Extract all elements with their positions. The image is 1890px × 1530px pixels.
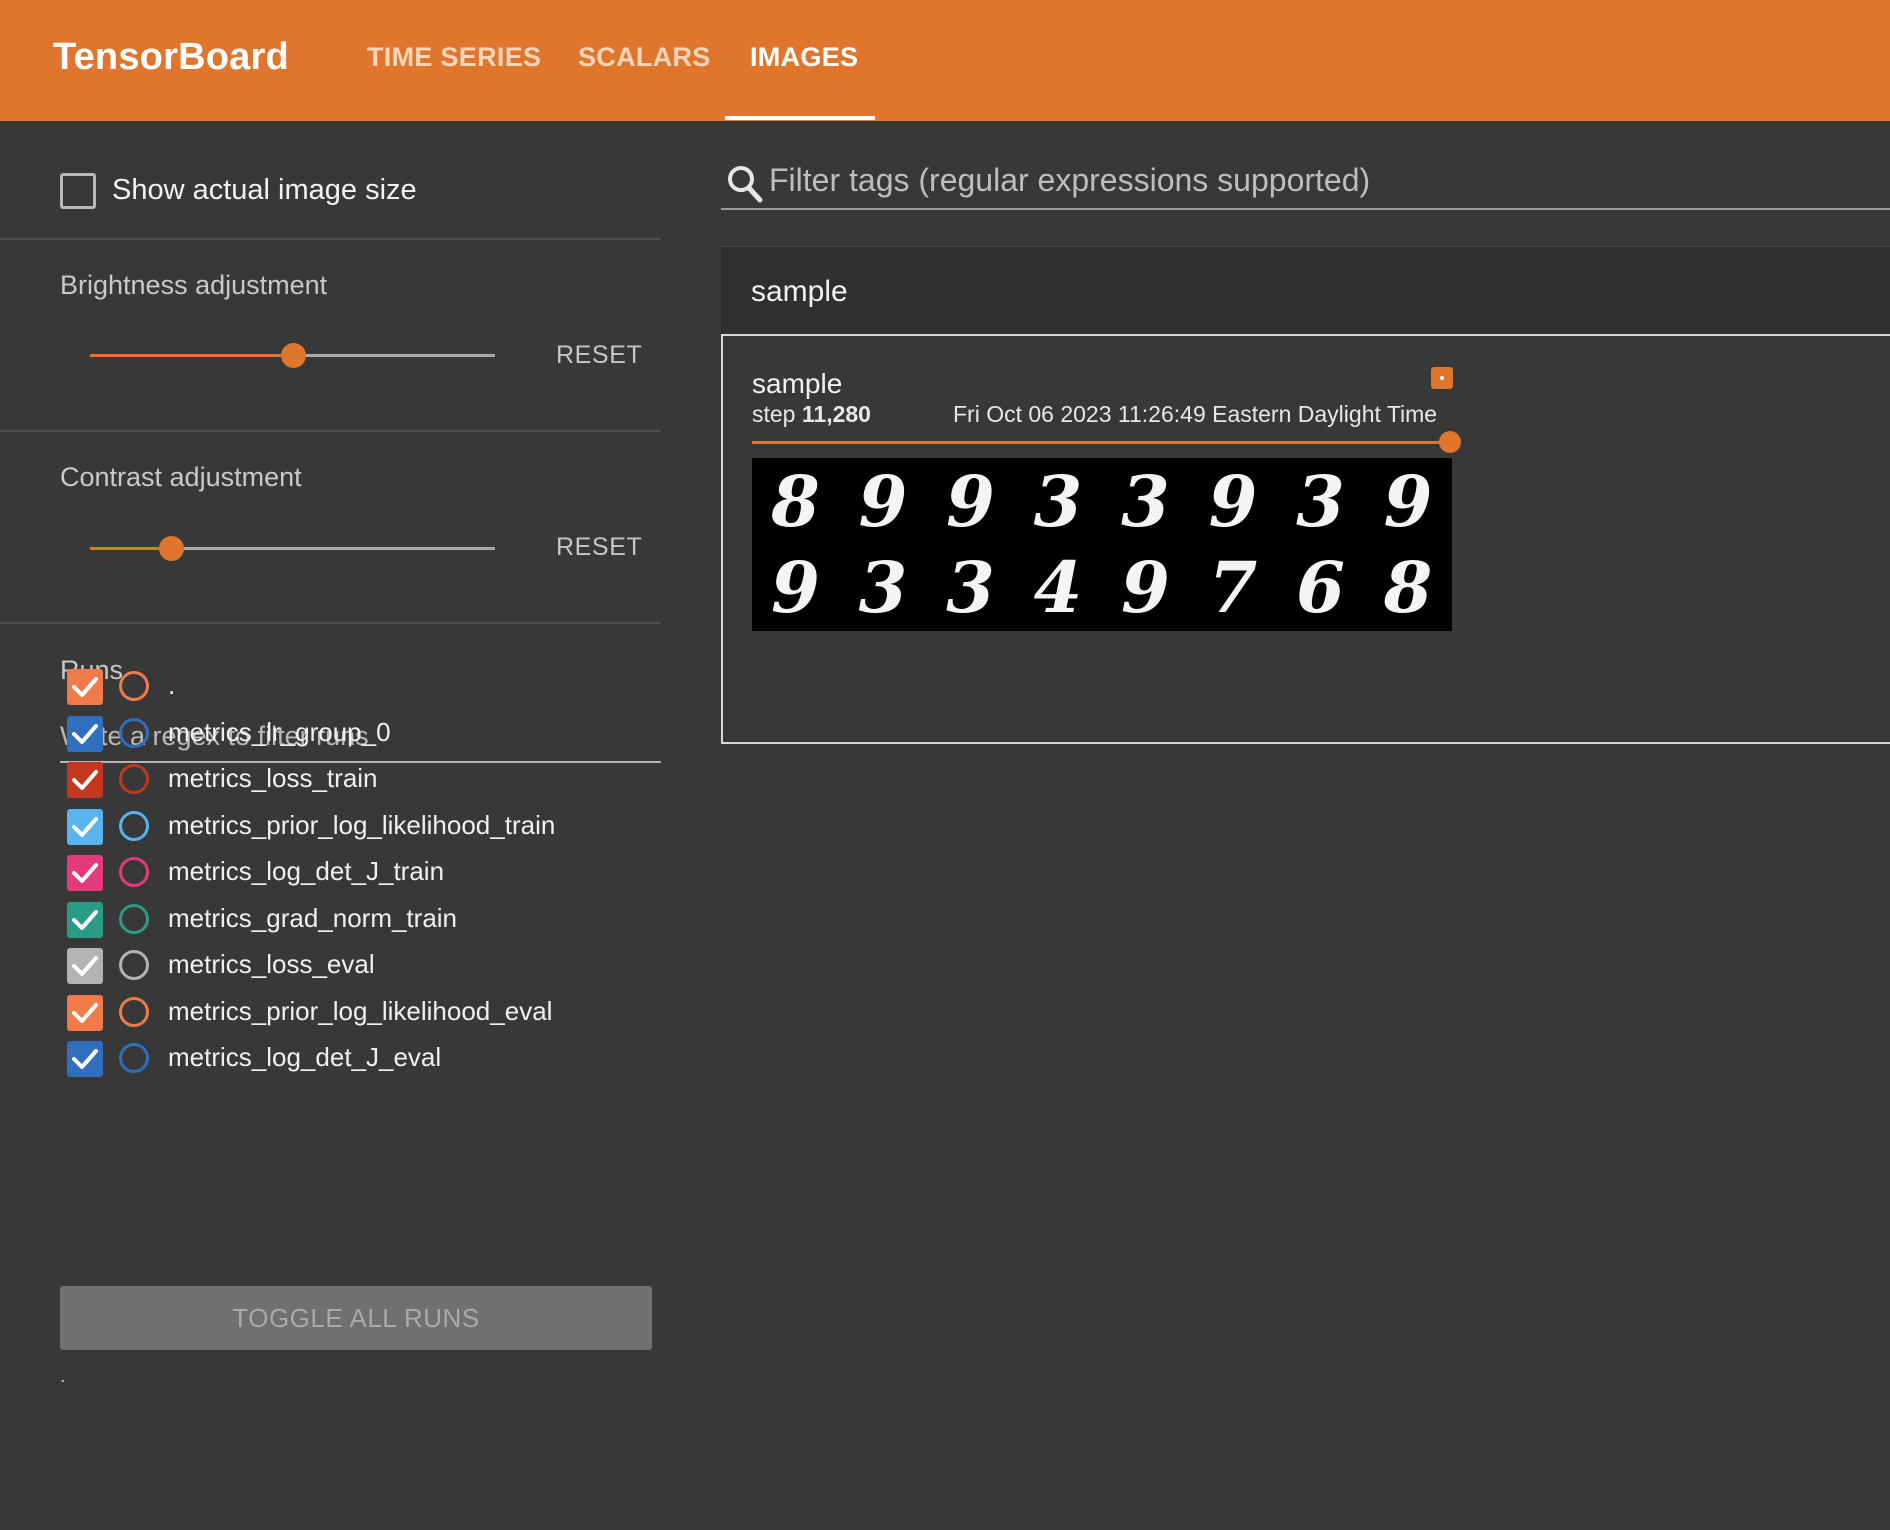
run-name: metrics_lr_group_0	[168, 716, 391, 747]
card-tag: sample	[752, 368, 843, 399]
digit-tile: 9	[771, 545, 820, 629]
brightness-slider-thumb[interactable]	[280, 343, 306, 368]
digit-tile: 3	[1296, 459, 1345, 543]
digit-tile: 3	[858, 545, 908, 629]
sidebar-footnote: .	[60, 1365, 66, 1387]
checkmark-icon	[72, 1049, 98, 1069]
card-step: step 11,280	[752, 401, 871, 428]
digit-tile: 9	[1121, 545, 1170, 629]
brightness-slider-fill	[90, 354, 293, 357]
run-color-swatch[interactable]	[119, 764, 149, 794]
run-name: metrics_prior_log_likelihood_eval	[168, 995, 553, 1026]
run-row[interactable]: metrics_log_det_J_eval	[67, 1041, 647, 1081]
digit-tile: 4	[1033, 545, 1083, 629]
run-name: metrics_log_det_J_eval	[168, 1042, 442, 1072]
tag-filter-placeholder: Filter tags (regular expressions support…	[769, 162, 1371, 198]
run-row[interactable]: metrics_prior_log_likelihood_eval	[67, 994, 647, 1035]
checkmark-icon	[72, 723, 98, 744]
run-name: metrics_loss_train	[168, 763, 378, 793]
card-timestamp: Fri Oct 06 2023 11:26:49 Eastern Dayligh…	[953, 401, 1438, 427]
show-actual-size-label[interactable]: Show actual image size	[112, 174, 417, 207]
run-checkbox[interactable]	[67, 901, 103, 938]
contrast-slider-thumb[interactable]	[159, 536, 184, 561]
contrast-reset-button[interactable]: RESET	[556, 533, 642, 562]
checkmark-icon	[72, 816, 98, 837]
contrast-slider[interactable]	[90, 536, 495, 561]
digit-tile: 6	[1296, 545, 1345, 629]
run-name: .	[168, 670, 176, 700]
run-color-swatch[interactable]	[119, 810, 149, 841]
top-toolbar: TensorBoard TIME SERIES SCALARS IMAGES	[0, 0, 1890, 121]
run-color-swatch[interactable]	[119, 857, 149, 887]
run-row[interactable]: metrics_lr_group_0	[67, 715, 647, 756]
brightness-slider[interactable]	[90, 343, 495, 368]
run-color-swatch[interactable]	[119, 950, 149, 980]
run-checkbox[interactable]	[67, 669, 103, 705]
digit-tile: 3	[946, 545, 995, 629]
section-divider	[0, 622, 661, 624]
run-name: metrics_log_det_J_train	[168, 856, 445, 886]
run-checkbox[interactable]	[67, 715, 103, 752]
run-color-swatch[interactable]	[119, 717, 149, 748]
run-checkbox[interactable]	[67, 1041, 103, 1077]
sidebar: Show actual image size Brightness adjust…	[0, 121, 661, 1530]
run-row[interactable]: metrics_loss_eval	[67, 948, 647, 988]
checkmark-icon	[72, 909, 98, 930]
sample-image[interactable]: 8993393993349768	[752, 458, 1452, 631]
run-checkbox[interactable]	[67, 762, 103, 798]
run-color-swatch[interactable]	[119, 1043, 149, 1073]
digit-tile: 3	[1033, 459, 1083, 543]
run-name: metrics_prior_log_likelihood_train	[168, 809, 556, 840]
search-icon	[728, 166, 763, 203]
run-color-swatch[interactable]	[119, 903, 149, 934]
pane-title: sample	[751, 275, 848, 308]
run-row[interactable]: .	[67, 669, 647, 709]
digit-tile: 9	[858, 459, 908, 543]
fullscreen-icon[interactable]	[1431, 367, 1453, 389]
run-checkbox[interactable]	[67, 808, 103, 845]
tag-filter-input[interactable]: Filter tags (regular expressions support…	[721, 158, 1890, 210]
run-row[interactable]: metrics_loss_train	[67, 762, 647, 802]
section-divider	[0, 238, 661, 240]
digit-tile: 9	[1383, 459, 1433, 543]
digit-tile: 7	[1208, 545, 1258, 629]
checkmark-icon	[72, 770, 98, 790]
app-brand: TensorBoard	[53, 36, 289, 78]
tab-scalars[interactable]: SCALARS	[578, 42, 711, 73]
checkmark-icon	[72, 677, 98, 697]
section-divider	[0, 430, 661, 432]
digit-tile: 9	[946, 459, 995, 543]
step-slider-thumb[interactable]	[1439, 431, 1461, 453]
tab-images[interactable]: IMAGES	[750, 42, 858, 73]
run-name: metrics_loss_eval	[168, 949, 375, 979]
active-tab-indicator	[725, 116, 875, 120]
step-slider[interactable]	[752, 431, 1461, 453]
digit-tile: 9	[1208, 459, 1258, 543]
run-name: metrics_grad_norm_train	[168, 902, 458, 933]
checkmark-icon	[72, 1002, 98, 1023]
brightness-label: Brightness adjustment	[60, 270, 328, 300]
run-checkbox[interactable]	[67, 948, 103, 984]
run-checkbox[interactable]	[67, 855, 103, 891]
digit-tile: 8	[771, 459, 820, 543]
contrast-label: Contrast adjustment	[60, 462, 302, 492]
checkmark-icon	[72, 863, 98, 883]
card-step-prefix: step	[752, 401, 802, 427]
run-row[interactable]: metrics_prior_log_likelihood_train	[67, 808, 647, 849]
tab-time-series[interactable]: TIME SERIES	[367, 42, 541, 73]
run-row[interactable]: metrics_grad_norm_train	[67, 901, 647, 942]
show-actual-size-checkbox[interactable]	[60, 173, 96, 209]
digit-tile: 3	[1121, 459, 1170, 543]
run-color-swatch[interactable]	[119, 671, 149, 701]
run-row[interactable]: metrics_log_det_J_train	[67, 855, 647, 895]
run-color-swatch[interactable]	[119, 996, 149, 1027]
toggle-all-runs-button[interactable]: TOGGLE ALL RUNS	[60, 1286, 652, 1350]
pane-header[interactable]: sample	[721, 246, 1890, 334]
checkmark-icon	[72, 956, 98, 976]
brightness-reset-button[interactable]: RESET	[556, 341, 642, 370]
card-step-value: 11,280	[801, 401, 871, 427]
digit-tile: 8	[1383, 545, 1433, 629]
run-checkbox[interactable]	[67, 994, 103, 1031]
